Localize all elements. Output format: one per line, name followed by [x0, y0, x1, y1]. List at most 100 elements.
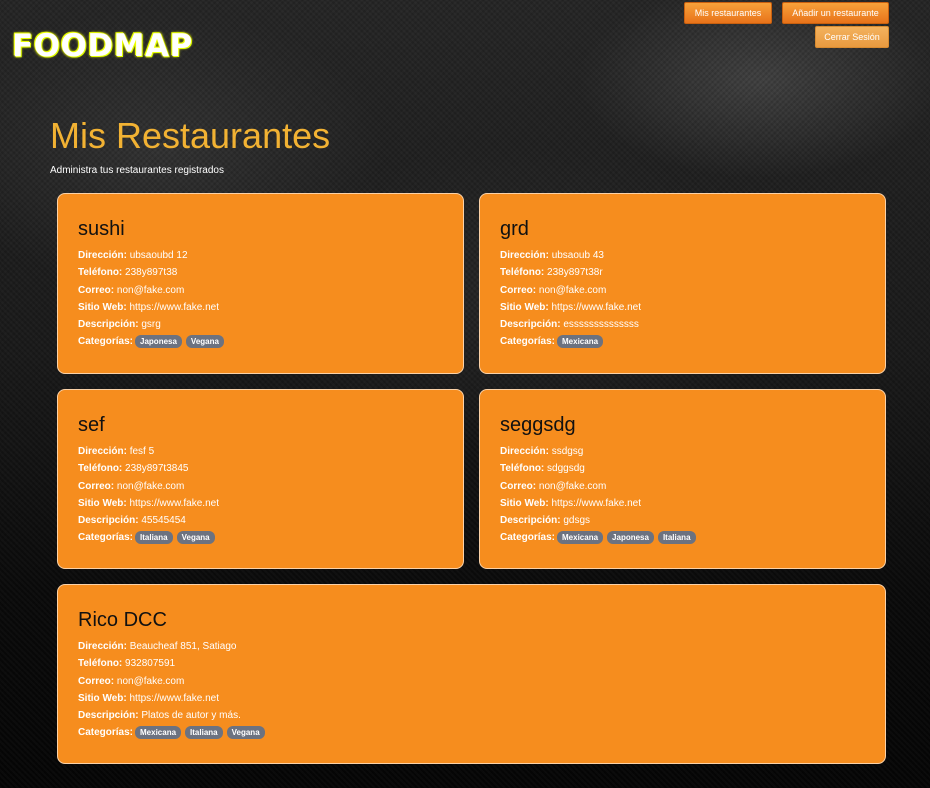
page-title: Mis Restaurantes	[50, 115, 331, 156]
field-label: Dirección:	[500, 446, 549, 457]
category-tag: Vegana	[176, 531, 215, 545]
field-label: Sitio Web:	[78, 692, 127, 704]
category-tag: Mexicana	[557, 531, 604, 545]
field-telefono: Teléfono: 238y897t38	[78, 264, 463, 281]
field-label: Descripción:	[78, 515, 139, 527]
field-value: https://www.fake.net	[551, 301, 641, 313]
field-value: gsrg	[141, 319, 161, 331]
field-label: Dirección:	[78, 250, 127, 261]
field-sitio-web: Sitio Web: https://www.fake.net	[78, 299, 463, 316]
field-value: https://www.fake.net	[129, 301, 219, 313]
field-direccion: Dirección: ssdgsg	[500, 443, 885, 460]
field-value: 238y897t3845	[125, 463, 189, 475]
field-label: Categorías:	[500, 532, 556, 544]
field-descripcion: Descripción: gsrg	[78, 316, 463, 333]
logout-button[interactable]: Cerrar Sesión	[815, 26, 889, 48]
restaurant-card: sef Dirección: fesf 5 Teléfono: 238y897t38…	[57, 389, 464, 569]
restaurant-name: sushi	[78, 218, 125, 240]
field-value: 238y897t38r	[547, 267, 603, 279]
category-tag: Vegana	[226, 726, 265, 740]
category-tags: Italiana Vegana	[135, 531, 215, 545]
field-label: Categorías:	[500, 336, 556, 348]
field-label: Sitio Web:	[500, 301, 549, 313]
field-value: https://www.fake.net	[551, 497, 641, 509]
category-tag: Japonesa	[607, 531, 654, 545]
restaurant-card: grd Dirección: ubsaoub 43 Teléfono: 238y89…	[479, 193, 886, 374]
field-label: Teléfono:	[500, 463, 545, 475]
field-label: Correo:	[78, 480, 115, 492]
field-descripcion: Descripción: Platos de autor y más.	[78, 707, 885, 724]
field-value: 932807591	[125, 658, 176, 670]
field-value: non@fake.com	[116, 675, 185, 687]
field-sitio-web: Sitio Web: https://www.fake.net	[500, 299, 885, 316]
field-label: Correo:	[500, 284, 537, 296]
field-value: gdsgs	[563, 515, 591, 527]
field-value: non@fake.com	[116, 480, 185, 492]
mis-restaurantes-button[interactable]: Mis restaurantes	[684, 2, 772, 24]
field-label: Descripción:	[500, 319, 561, 331]
field-sitio-web: Sitio Web: https://www.fake.net	[78, 495, 463, 512]
field-label: Correo:	[500, 480, 537, 492]
field-label: Sitio Web:	[78, 497, 127, 509]
restaurant-card: sushi Dirección: ubsaoubd 12 Teléfono: 238…	[57, 193, 464, 374]
field-direccion: Dirección: fesf 5	[78, 443, 463, 460]
restaurant-name: Rico DCC	[78, 609, 167, 631]
add-restaurant-button[interactable]: Añadir un restaurante	[782, 2, 889, 24]
field-label: Sitio Web:	[78, 301, 127, 313]
field-telefono: Teléfono: 932807591	[78, 655, 885, 672]
field-value: ssdgsg	[551, 446, 584, 457]
field-label: Categorías:	[78, 336, 134, 348]
category-tag: Japonesa	[135, 335, 182, 349]
category-tag: Mexicana	[135, 726, 182, 740]
category-tag: Mexicana	[557, 335, 604, 349]
page-subtitle: Administra tus restaurantes registrados	[50, 165, 224, 176]
field-label: Categorías:	[78, 532, 134, 544]
field-sitio-web: Sitio Web: https://www.fake.net	[500, 495, 885, 512]
field-value: essssssssssssss	[563, 319, 639, 331]
field-label: Teléfono:	[78, 267, 123, 279]
field-label: Dirección:	[78, 641, 127, 652]
category-tags: Mexicana	[557, 335, 604, 349]
field-correo: Correo: non@fake.com	[78, 478, 463, 495]
field-label: Correo:	[78, 284, 115, 296]
field-direccion: Dirección: ubsaoubd 12	[78, 247, 463, 264]
field-label: Teléfono:	[78, 463, 123, 475]
category-tag: Italiana	[185, 726, 223, 740]
field-label: Sitio Web:	[500, 497, 549, 509]
field-label: Dirección:	[78, 446, 127, 457]
field-descripcion: Descripción: 45545454	[78, 512, 463, 529]
restaurant-card: seggsdg Dirección: ssdgsg Teléfono: sdggsd…	[479, 389, 886, 569]
field-categorias: Categorías: Italiana Vegana	[78, 529, 463, 546]
field-value: fesf 5	[129, 446, 155, 457]
field-label: Teléfono:	[78, 658, 123, 670]
field-sitio-web: Sitio Web: https://www.fake.net	[78, 690, 885, 707]
category-tags: Mexicana Japonesa Italiana	[557, 531, 696, 545]
field-label: Dirección:	[500, 250, 549, 261]
category-tags: Mexicana Italiana Vegana	[135, 726, 265, 740]
field-value: 45545454	[141, 515, 186, 527]
field-telefono: Teléfono: 238y897t3845	[78, 460, 463, 477]
field-label: Correo:	[78, 675, 115, 687]
field-label: Teléfono:	[500, 267, 545, 279]
field-descripcion: Descripción: gdsgs	[500, 512, 885, 529]
field-categorias: Categorías: Mexicana	[500, 333, 885, 350]
field-correo: Correo: non@fake.com	[500, 478, 885, 495]
field-correo: Correo: non@fake.com	[500, 282, 885, 299]
field-label: Descripción:	[500, 515, 561, 527]
field-value: https://www.fake.net	[129, 692, 219, 704]
field-categorias: Categorías: Mexicana Italiana Vegana	[78, 724, 885, 741]
field-value: non@fake.com	[538, 480, 607, 492]
field-telefono: Teléfono: 238y897t38r	[500, 264, 885, 281]
field-value: ubsaoubd 12	[129, 250, 188, 261]
logo[interactable]: FOODMAP	[12, 28, 193, 64]
field-categorias: Categorías: Japonesa Vegana	[78, 333, 463, 350]
field-value: Beaucheaf 851, Satiago	[129, 641, 237, 652]
category-tag: Italiana	[135, 531, 173, 545]
field-label: Categorías:	[78, 727, 134, 739]
field-value: sdggsdg	[547, 463, 585, 475]
field-value: Platos de autor y más.	[141, 710, 241, 722]
field-value: ubsaoub 43	[551, 250, 604, 261]
field-value: non@fake.com	[116, 284, 185, 296]
restaurant-card: Rico DCC Dirección: Beaucheaf 851, Satiag…	[57, 584, 886, 764]
field-label: Descripción:	[78, 319, 139, 331]
